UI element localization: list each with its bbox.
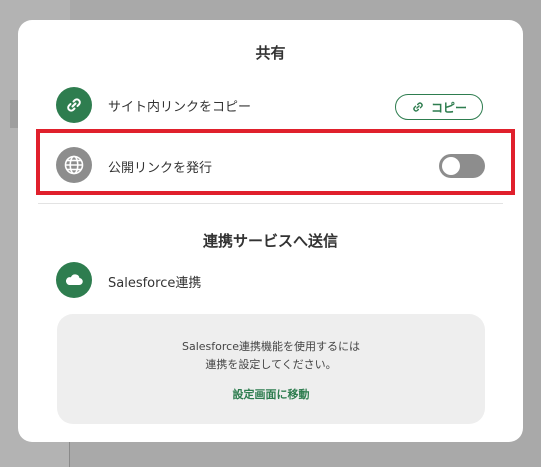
section-divider — [38, 203, 503, 204]
copy-link-button[interactable]: コピー — [395, 94, 483, 120]
public-link-toggle[interactable] — [439, 154, 485, 178]
cloud-icon — [56, 262, 92, 298]
notice-line-2: 連携を設定してください。 — [205, 358, 337, 371]
notice-line-1: Salesforce連携機能を使用するには — [182, 340, 360, 353]
site-link-label: サイト内リンクをコピー — [108, 100, 252, 115]
integration-notice: Salesforce連携機能を使用するには 連携を設定してください。 設定画面に… — [57, 314, 485, 424]
public-link-label: 公開リンクを発行 — [108, 161, 213, 176]
globe-icon — [56, 147, 92, 183]
modal-title: 共有 — [255, 44, 286, 62]
toggle-knob — [442, 157, 460, 175]
copy-button-label: コピー — [430, 100, 467, 115]
share-modal: 共有 サイト内リンクをコピー コピー 公開リンクを発行 連携サービスへ送信 Sa… — [18, 20, 523, 442]
link-icon — [56, 87, 92, 123]
settings-link[interactable]: 設定画面に移動 — [57, 386, 485, 402]
salesforce-label: Salesforce連携 — [108, 276, 202, 291]
integration-section-title: 連携サービスへ送信 — [202, 232, 338, 250]
link-icon — [413, 102, 423, 112]
